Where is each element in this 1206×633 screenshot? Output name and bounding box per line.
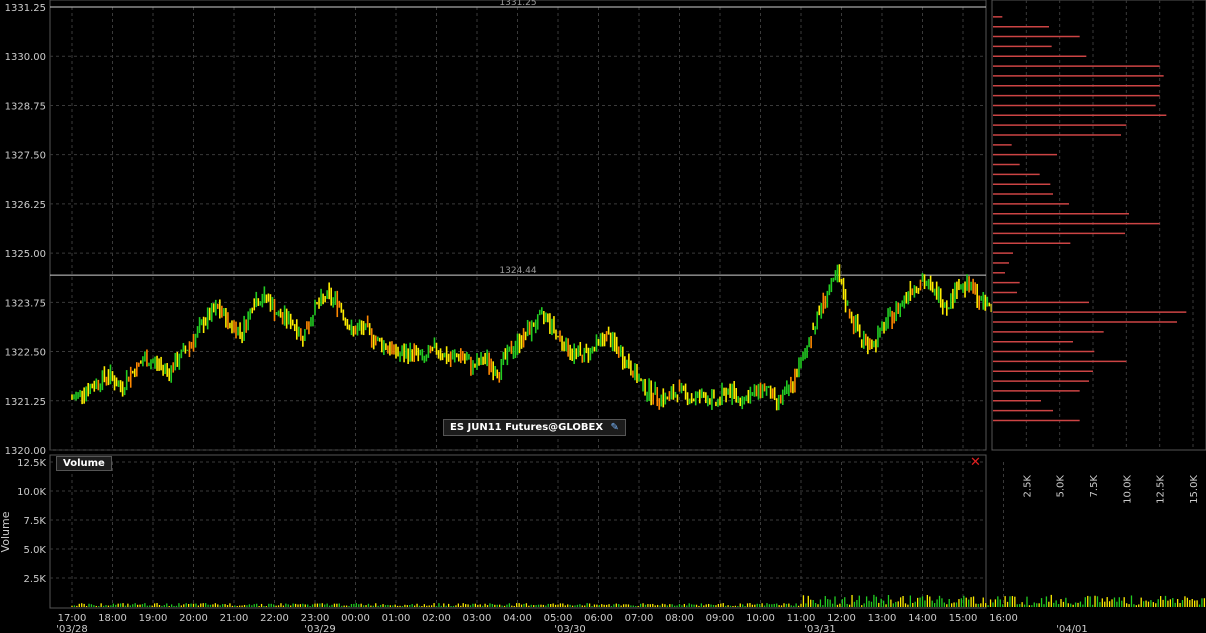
price-tick-label: 1325.00 [5,249,46,260]
time-tick-label: 05:00 [544,613,573,624]
time-tick-label: 21:00 [220,613,249,624]
edit-icon: ✎ [610,422,619,433]
price-y-axis: 1331.25 1330.00 1328.75 1327.50 1326.25 1325.… [5,3,46,457]
close-icon[interactable]: ✕ [970,455,981,470]
volume-axis-title: Volume [0,511,12,552]
time-tick-label: 04:00 [503,613,532,624]
price-tick-label: 1321.25 [5,397,46,408]
price-tick-label: 1331.25 [5,3,46,14]
volume-tick-label: 5.0K [24,545,47,556]
time-tick-label: 10:00 [746,613,775,624]
profile-tick-label: 2.5K [1022,475,1033,498]
instrument-label[interactable]: ES JUN11 Futures@GLOBEX ✎ [443,419,626,436]
volume-panel-label: Volume [56,456,112,471]
time-tick-label: 07:00 [625,613,654,624]
volume-y-axis: 12.5K 10.0K 7.5K 5.0K 2.5K [17,458,46,585]
time-tick-label: 12:00 [827,613,856,624]
price-tick-label: 1323.75 [5,298,46,309]
time-axis: 17:00 18:00 19:00 20:00 21:00 22:00 23:00 00:00… [56,613,1088,633]
time-tick-label: 15:00 [949,613,978,624]
time-tick-label: 01:00 [382,613,411,624]
profile-panel [991,0,1206,451]
profile-tick-label: 7.5K [1089,475,1100,498]
time-tick-label: 14:00 [908,613,937,624]
time-tick-label: 23:00 [301,613,330,624]
price-tick-label: 1320.00 [5,446,46,457]
price-tick-label: 1326.25 [5,200,46,211]
time-tick-label: 19:00 [139,613,168,624]
time-tick-label: 11:00 [787,613,816,624]
volume-tick-label: 12.5K [17,458,46,469]
date-label: '04/01 [1056,624,1088,633]
profile-tick-label: 12.5K [1156,475,1167,504]
profile-tick-label: 15.0K [1189,475,1200,504]
volume-tick-label: 7.5K [24,516,47,527]
time-tick-label: 16:00 [989,613,1018,624]
instrument-text: ES JUN11 Futures@GLOBEX [450,422,604,433]
profile-tick-label: 5.0K [1056,475,1067,498]
date-label: '03/28 [56,624,88,633]
date-label: '03/30 [554,624,586,633]
date-label: '03/29 [304,624,336,633]
time-tick-label: 17:00 [58,613,87,624]
profile-x-axis: 2.5K 5.0K 7.5K 10.0K 12.5K 15.0K [1022,475,1200,504]
time-tick-label: 13:00 [868,613,897,624]
time-tick-label: 09:00 [706,613,735,624]
time-tick-label: 02:00 [422,613,451,624]
volume-tick-label: 10.0K [17,487,46,498]
reference-line-label: 1324.44 [499,266,536,276]
price-tick-label: 1328.75 [5,101,46,112]
price-tick-label: 1322.50 [5,348,46,359]
time-tick-label: 08:00 [665,613,694,624]
time-tick-label: 20:00 [179,613,208,624]
chart-canvas: 1331.25 1330.00 1328.75 1327.50 1326.25 1325.… [0,0,1206,633]
price-tick-label: 1327.50 [5,151,46,162]
profile-tick-label: 10.0K [1122,475,1133,504]
time-tick-label: 03:00 [463,613,492,624]
volume-panel [49,454,987,609]
time-tick-label: 00:00 [341,613,370,624]
date-label: '03/31 [804,624,836,633]
price-tick-label: 1330.00 [5,52,46,63]
time-tick-label: 18:00 [98,613,127,624]
time-tick-label: 06:00 [584,613,613,624]
time-tick-label: 22:00 [260,613,289,624]
reference-line-label: 1331.25 [499,0,536,8]
volume-tick-label: 2.5K [24,574,47,585]
